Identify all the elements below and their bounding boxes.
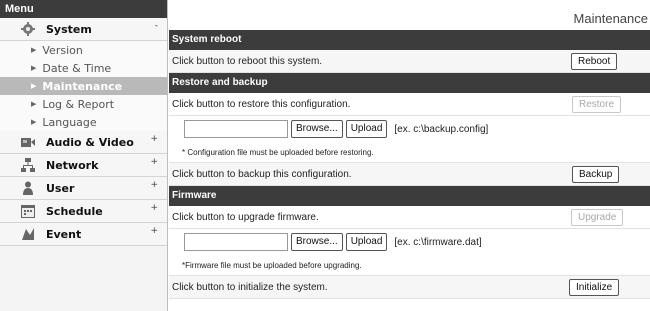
sidebar-item-maintenance[interactable]: ▶ Maintenance — [0, 77, 167, 95]
arrow-right-icon: ▶ — [31, 118, 37, 126]
network-icon — [20, 157, 36, 173]
page-title: Maintenance — [573, 11, 648, 26]
sidebar-item-label: Maintenance — [42, 79, 123, 93]
reboot-row: Click button to reboot this system. Rebo… — [169, 50, 650, 73]
sidebar-item-label: Language — [42, 115, 97, 129]
upgrade-description: Click button to upgrade firmware. — [172, 211, 319, 223]
firmware-browse-button[interactable]: Browse... — [291, 233, 343, 251]
config-note: * Configuration file must be uploaded be… — [169, 142, 650, 163]
sidebar-category-label: Schedule — [46, 204, 103, 218]
system-icon — [20, 21, 36, 37]
sidebar-category-audio-video[interactable]: Audio & Video + — [0, 131, 167, 154]
reboot-description: Click button to reboot this system. — [172, 55, 323, 67]
event-icon — [20, 226, 36, 242]
sidebar-category-label: System — [46, 22, 92, 36]
menu-header: Menu — [0, 0, 167, 18]
sidebar-item-date-time[interactable]: ▶ Date & Time — [0, 59, 167, 77]
expand-icon[interactable]: + — [150, 157, 158, 167]
sidebar-item-label: Version — [42, 43, 83, 57]
expand-icon[interactable]: + — [150, 180, 158, 190]
backup-button[interactable]: Backup — [572, 166, 620, 183]
sidebar-category-label: Audio & Video — [46, 135, 134, 149]
firmware-file-input[interactable] — [184, 233, 288, 251]
sidebar-category-user[interactable]: User + — [0, 177, 167, 200]
config-upload-row: Browse... Upload [ex. c:\backup.config] — [169, 116, 650, 142]
arrow-right-icon: ▶ — [31, 46, 37, 54]
sidebar-category-system[interactable]: System - — [0, 18, 167, 41]
main-panel: Maintenance System reboot Click button t… — [169, 0, 650, 311]
restore-row: Click button to restore this configurati… — [169, 93, 650, 116]
initialize-row: Click button to initialize the system. I… — [169, 276, 650, 299]
config-upload-button[interactable]: Upload — [345, 120, 388, 138]
arrow-right-icon: ▶ — [31, 100, 37, 108]
sidebar-menu: Menu System - ▶ Version ▶ Date & Time ▶ … — [0, 0, 168, 311]
sidebar-category-label: User — [46, 181, 75, 195]
section-header-restore-backup: Restore and backup — [169, 73, 650, 93]
section-header-firmware: Firmware — [169, 186, 650, 206]
restore-button[interactable]: Restore — [572, 96, 622, 113]
firmware-note: *Firmware file must be uploaded before u… — [169, 255, 650, 276]
config-path-hint: [ex. c:\backup.config] — [394, 123, 489, 135]
sidebar-category-network[interactable]: Network + — [0, 154, 167, 177]
sidebar-category-event[interactable]: Event + — [0, 223, 167, 246]
sidebar-category-label: Network — [46, 158, 99, 172]
initialize-button[interactable]: Initialize — [569, 279, 620, 296]
config-browse-button[interactable]: Browse... — [291, 120, 343, 138]
sidebar-item-language[interactable]: ▶ Language — [0, 113, 167, 131]
sidebar-item-version[interactable]: ▶ Version — [0, 41, 167, 59]
sidebar-item-log-report[interactable]: ▶ Log & Report — [0, 95, 167, 113]
schedule-icon — [20, 203, 36, 219]
sidebar-category-schedule[interactable]: Schedule + — [0, 200, 167, 223]
backup-description: Click button to backup this configuratio… — [172, 168, 352, 180]
firmware-upload-row: Browse... Upload [ex. c:\firmware.dat] — [169, 229, 650, 255]
sidebar-item-label: Log & Report — [42, 97, 115, 111]
collapse-icon[interactable]: - — [155, 21, 158, 31]
sidebar-item-label: Date & Time — [42, 61, 112, 75]
expand-icon[interactable]: + — [150, 134, 158, 144]
firmware-path-hint: [ex. c:\firmware.dat] — [394, 236, 482, 248]
expand-icon[interactable]: + — [150, 203, 158, 213]
section-header-reboot: System reboot — [169, 30, 650, 50]
reboot-button[interactable]: Reboot — [571, 53, 618, 70]
config-file-input[interactable] — [184, 120, 288, 138]
user-icon — [20, 180, 36, 196]
backup-row: Click button to backup this configuratio… — [169, 163, 650, 186]
settings-window: Menu System - ▶ Version ▶ Date & Time ▶ … — [0, 0, 650, 311]
upgrade-row: Click button to upgrade firmware. Upgrad… — [169, 206, 650, 229]
sidebar-category-label: Event — [46, 227, 82, 241]
arrow-right-icon: ▶ — [31, 82, 37, 90]
upgrade-button[interactable]: Upgrade — [571, 209, 624, 226]
audio-video-icon — [20, 134, 36, 150]
initialize-description: Click button to initialize the system. — [172, 281, 328, 293]
restore-description: Click button to restore this configurati… — [172, 98, 351, 110]
firmware-upload-button[interactable]: Upload — [345, 233, 388, 251]
expand-icon[interactable]: + — [150, 226, 158, 236]
arrow-right-icon: ▶ — [31, 64, 37, 72]
